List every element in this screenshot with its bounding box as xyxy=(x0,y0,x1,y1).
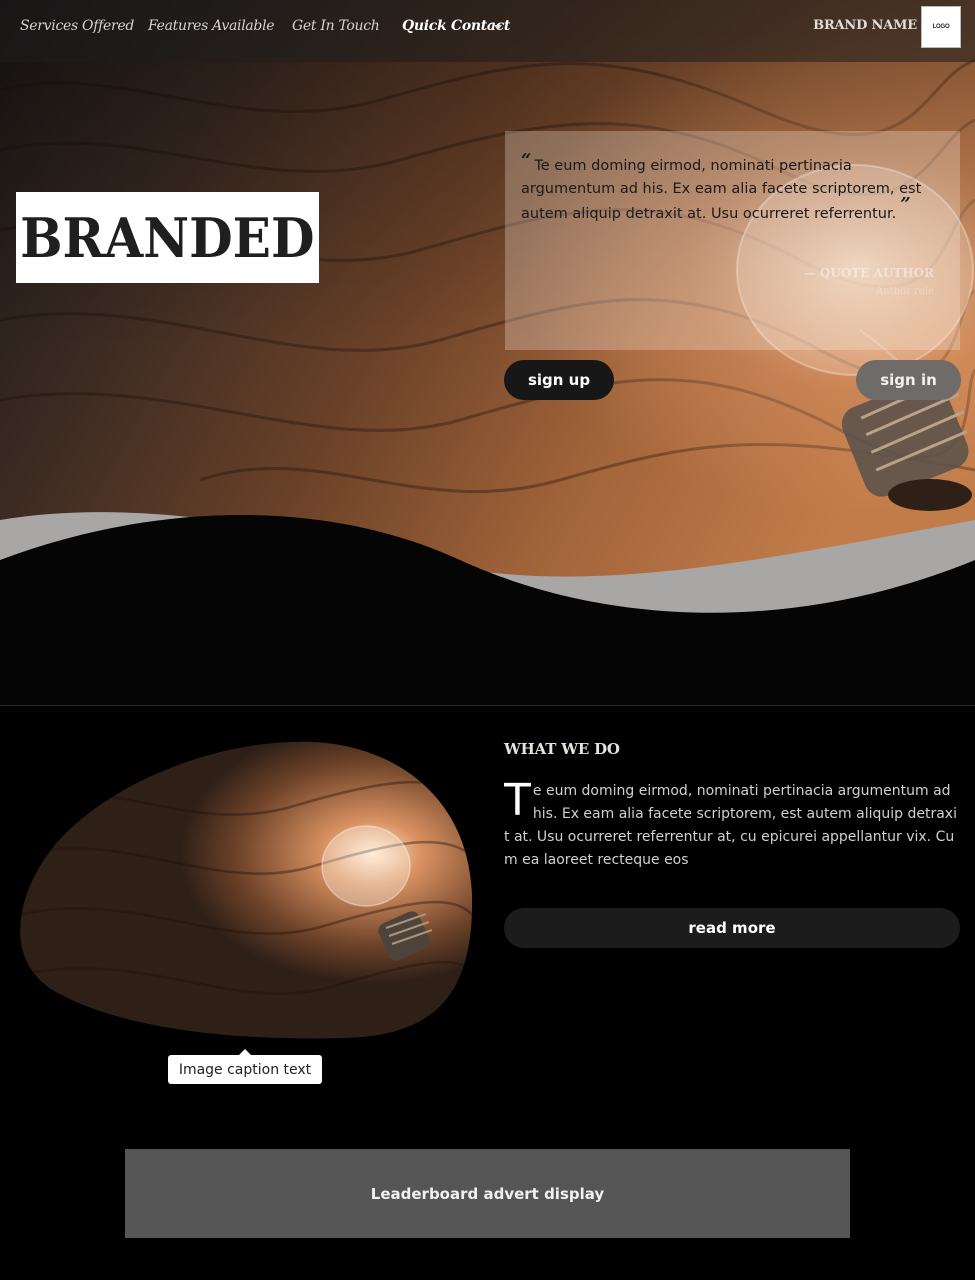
brand-logo-text: LOGO xyxy=(932,24,950,30)
chevron-down-icon[interactable] xyxy=(494,25,502,30)
section-divider xyxy=(0,705,975,706)
section-body-paragraph: e eum doming eirmod, nominati pertinacia… xyxy=(504,783,957,868)
quote-card: “Te eum doming eirmod, nominati pertinac… xyxy=(505,131,960,350)
sign-up-button[interactable]: sign up xyxy=(504,360,614,400)
what-we-do-image xyxy=(20,741,473,1039)
nav-item-contact[interactable]: Get In Touch xyxy=(292,18,380,34)
quote-text: Te eum doming eirmod, nominati pertinaci… xyxy=(521,158,922,222)
section-body-text: Te eum doming eirmod, nominati pertinaci… xyxy=(504,780,960,890)
brand-logo[interactable]: LOGO xyxy=(921,6,961,48)
section-heading: WHAT WE DO xyxy=(504,740,620,758)
drop-cap: T xyxy=(504,780,531,826)
leaderboard-advert[interactable]: Leaderboard advert display xyxy=(125,1149,850,1238)
hero-logo-text: BRANDED xyxy=(20,205,315,270)
quote-author: — QUOTE AUTHOR xyxy=(803,266,934,280)
brand-name[interactable]: BRAND NAME xyxy=(813,18,917,33)
read-more-button[interactable]: read more xyxy=(504,908,960,948)
image-caption: Image caption text xyxy=(168,1049,322,1084)
hero-section: Services Offered Features Available Get … xyxy=(0,0,975,705)
open-quote-icon: “ xyxy=(521,150,532,171)
top-navigation: Services Offered Features Available Get … xyxy=(0,0,975,62)
hero-logo: BRANDED xyxy=(16,192,319,283)
quote-text-block: “Te eum doming eirmod, nominati pertinac… xyxy=(521,150,941,226)
nav-item-features[interactable]: Features Available xyxy=(148,18,275,34)
nav-item-services[interactable]: Services Offered xyxy=(20,18,134,34)
sign-in-button[interactable]: sign in xyxy=(856,360,961,400)
hero-background-image xyxy=(0,0,975,705)
quote-author-role: Author role xyxy=(875,286,934,297)
close-quote-icon: ” xyxy=(900,194,911,215)
